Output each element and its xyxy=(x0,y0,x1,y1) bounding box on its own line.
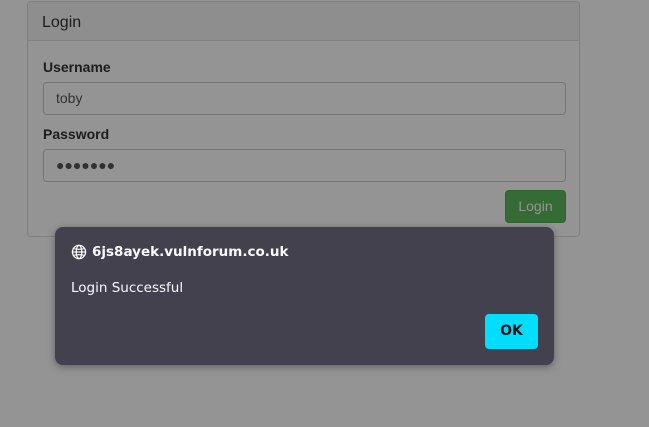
globe-icon xyxy=(71,244,87,260)
dialog-origin: 6js8ayek.vulnforum.co.uk xyxy=(71,243,288,261)
dialog-message: Login Successful xyxy=(71,280,184,296)
dialog-origin-text: 6js8ayek.vulnforum.co.uk xyxy=(92,244,289,260)
ok-button[interactable]: OK xyxy=(485,314,538,349)
alert-dialog: 6js8ayek.vulnforum.co.uk Login Successfu… xyxy=(55,227,554,365)
